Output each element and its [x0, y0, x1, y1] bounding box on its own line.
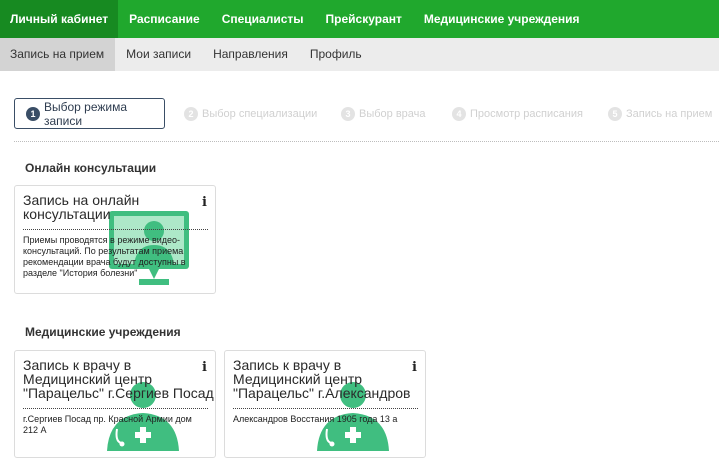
step-number: 5: [608, 106, 622, 121]
step-number: 1: [26, 106, 40, 121]
subnav-referrals[interactable]: Направления: [202, 38, 299, 71]
step-2-specialization: 2 Выбор специализации: [184, 98, 317, 129]
top-navigation: Личный кабинет Расписание Специалисты Пр…: [0, 0, 719, 38]
info-icon[interactable]: i: [202, 360, 207, 375]
topnav-personal-account[interactable]: Личный кабинет: [0, 0, 119, 38]
step-1-mode-selection[interactable]: 1 Выбор режима записи: [14, 98, 165, 129]
section-title-online: Онлайн консультации: [25, 161, 157, 175]
card-clinic-sergiev-posad[interactable]: Запись к врачу в Медицинский центр "Пара…: [14, 350, 216, 458]
card-title: Запись на онлайн консультации: [23, 192, 140, 222]
step-label: Выбор врача: [359, 107, 426, 120]
section-title-clinics: Медицинские учреждения: [25, 325, 181, 339]
topnav-schedule[interactable]: Расписание: [118, 0, 211, 38]
subnav-profile[interactable]: Профиль: [299, 38, 373, 71]
card-description: Приемы проводятся в режиме видео- консул…: [23, 235, 186, 278]
step-label: Запись на прием: [626, 107, 713, 120]
topnav-specialists[interactable]: Специалисты: [211, 0, 315, 38]
info-icon[interactable]: i: [202, 195, 207, 210]
card-divider: [233, 408, 418, 409]
step-number: 2: [184, 106, 198, 121]
step-label: Выбор режима записи: [44, 99, 128, 128]
sub-navigation: Запись на прием Мои записи Направления П…: [0, 38, 719, 71]
subnav-appointment[interactable]: Запись на прием: [0, 38, 116, 71]
step-label: Просмотр расписания: [470, 107, 583, 120]
info-icon[interactable]: i: [412, 360, 417, 375]
steps-divider: [14, 141, 719, 142]
card-divider: [23, 408, 208, 409]
step-4-schedule: 4 Просмотр расписания: [452, 98, 583, 129]
step-number: 4: [452, 106, 466, 121]
topnav-medical-institutions[interactable]: Медицинские учреждения: [413, 0, 591, 38]
step-number: 3: [341, 106, 355, 121]
card-address: г.Сергиев Посад пр. Красной Армии дом 21…: [23, 414, 192, 435]
card-clinic-alexandrov[interactable]: Запись к врачу в Медицинский центр "Пара…: [224, 350, 426, 458]
step-5-appointment: 5 Запись на прием: [608, 98, 712, 129]
card-title: Запись к врачу в Медицинский центр "Пара…: [23, 357, 214, 401]
card-online-consultation[interactable]: Запись на онлайн консультации i Приемы п…: [14, 185, 216, 294]
wizard-steps: 1 Выбор режима записи 2 Выбор специализа…: [0, 96, 719, 130]
card-address: Александров Восстания 1905 года 13 а: [233, 414, 398, 424]
card-divider: [23, 229, 208, 230]
topnav-price-list[interactable]: Прейскурант: [315, 0, 413, 38]
card-title: Запись к врачу в Медицинский центр "Пара…: [233, 357, 411, 401]
step-3-doctor: 3 Выбор врача: [341, 98, 426, 129]
subnav-my-records[interactable]: Мои записи: [115, 38, 202, 71]
step-label: Выбор специализации: [202, 107, 318, 120]
